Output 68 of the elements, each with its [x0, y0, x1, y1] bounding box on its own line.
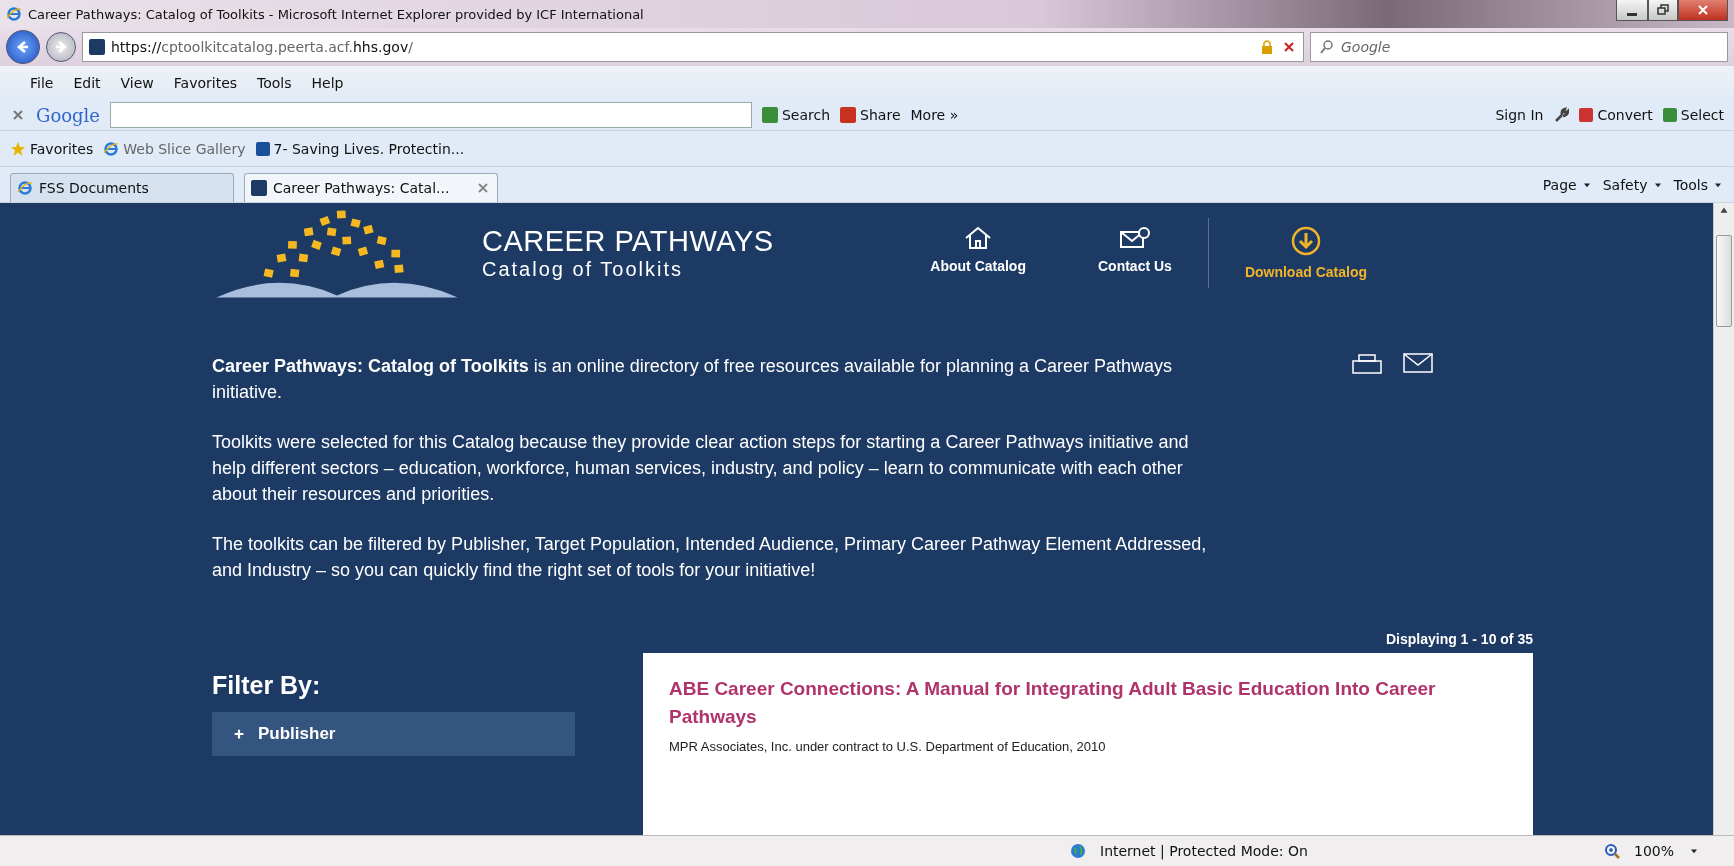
- intro-paragraph: The toolkits can be filtered by Publisher, Target Population, Intended Audience, Primary Career Pathway Element Addressed, and Industry – so you can quickly find the right set of tools for your initiative!: [212, 533, 1208, 582]
- lock-icon: [1259, 39, 1275, 55]
- menu-item[interactable]: Favorites: [165, 73, 246, 93]
- favorites-link[interactable]: 7- Saving Lives. Protectin...: [255, 140, 465, 157]
- minimize-button[interactable]: [1616, 0, 1648, 21]
- site-title: CAREER PATHWAYS: [482, 225, 774, 258]
- minimize-icon: [1627, 12, 1637, 16]
- filter-heading: Filter By:: [212, 671, 322, 700]
- google-search-field[interactable]: [110, 102, 752, 128]
- browser-tab[interactable]: FSS Documents: [10, 173, 234, 202]
- zoom-icon: [1603, 843, 1620, 859]
- forward-button[interactable]: [46, 32, 76, 62]
- result-publisher: MPR Associates, Inc. under contract to U.S. Department of Education, 2010: [669, 739, 1107, 754]
- menu-item[interactable]: Tools: [249, 73, 300, 93]
- select-button[interactable]: Select: [1662, 107, 1724, 123]
- envelope-icon: [1118, 226, 1151, 250]
- forward-arrow-icon: [53, 39, 69, 55]
- maximize-button[interactable]: [1648, 0, 1678, 21]
- browser-icon: [17, 180, 33, 196]
- share-button[interactable]: Share: [840, 107, 901, 123]
- scrollbar[interactable]: [1713, 203, 1734, 835]
- globe-icon: [1070, 843, 1086, 859]
- search-button[interactable]: Search: [762, 107, 831, 123]
- restore-icon: [1655, 2, 1671, 18]
- command-menu[interactable]: Page: [1542, 176, 1593, 193]
- search-field[interactable]: Google: [1310, 32, 1728, 62]
- nav-link[interactable]: Contact Us: [1061, 218, 1208, 288]
- browser-tab[interactable]: Career Pathways: Catal...: [244, 173, 498, 202]
- close-button[interactable]: [1678, 0, 1728, 21]
- window-title: Career Pathways: Catalog of Toolkits - Microsoft Internet Explorer provided by ICF International: [28, 6, 644, 22]
- convert-button[interactable]: Convert: [1579, 107, 1653, 123]
- star-icon: [10, 140, 26, 157]
- address-field[interactable]: https://cptoolkitcatalog.peerta.acf.hhs.gov/: [82, 32, 1304, 62]
- filter-toggle[interactable]: Publisher: [212, 712, 575, 756]
- site-icon: [89, 39, 105, 55]
- results-count: Displaying 1 - 10 of 35: [1385, 631, 1533, 647]
- intro-paragraph: Career Pathways: Catalog of Toolkits is an online directory of free resources available for planning a Career Pathways initiative.: [212, 355, 1174, 404]
- favorites-button[interactable]: Favorites: [10, 140, 94, 157]
- site-subtitle: Catalog of Toolkits: [482, 258, 685, 281]
- download-icon: [1290, 226, 1321, 256]
- search-placeholder: Google: [1341, 39, 1391, 55]
- nav-link[interactable]: Download Catalog: [1207, 218, 1403, 288]
- google-logo: Google: [36, 104, 100, 126]
- menu-item[interactable]: View: [112, 73, 162, 93]
- email-icon[interactable]: [1403, 353, 1433, 373]
- sign-in-button[interactable]: Sign In: [1495, 107, 1544, 123]
- browser-icon: [103, 140, 120, 157]
- url-text: https://cptoolkitcatalog.peerta.acf.hhs.gov/: [111, 39, 413, 55]
- nav-link[interactable]: About Catalog: [894, 218, 1062, 288]
- search-icon: [1319, 39, 1335, 55]
- more-button[interactable]: More »: [910, 107, 959, 123]
- command-menu[interactable]: Tools: [1673, 176, 1724, 193]
- back-arrow-icon: [15, 39, 31, 55]
- menu-item[interactable]: Edit: [65, 73, 109, 93]
- command-menu[interactable]: Safety: [1602, 176, 1664, 193]
- result-title[interactable]: ABE Career Connections: A Manual for Integrating Adult Basic Education Into Career Pathways: [669, 675, 1507, 731]
- wrench-icon[interactable]: [1553, 107, 1570, 123]
- back-button[interactable]: [6, 30, 40, 64]
- favorites-link[interactable]: Web Slice Gallery: [103, 140, 246, 157]
- intro-paragraph: Toolkits were selected for this Catalog because they provide clear action steps for starting a Career Pathways initiative and help different sectors – education, workforce, human services, industry, and policy – learn to communicate with each other about their resources and priorities.: [212, 431, 1190, 506]
- menu-item[interactable]: Help: [303, 73, 352, 93]
- plus-icon: [232, 727, 246, 741]
- menu-item[interactable]: File: [22, 73, 62, 93]
- print-icon[interactable]: [1351, 353, 1383, 375]
- zoom-level[interactable]: 100%: [1633, 843, 1674, 859]
- zone-status: Internet | Protected Mode: On: [1100, 843, 1308, 859]
- browser-icon: [6, 6, 22, 22]
- scroll-thumb[interactable]: [1716, 235, 1732, 327]
